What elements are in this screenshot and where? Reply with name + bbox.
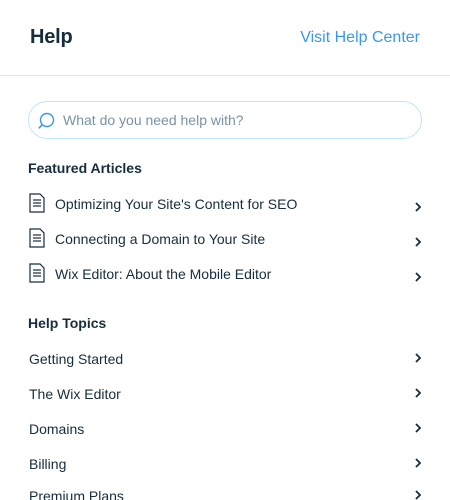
chevron-right-icon xyxy=(415,272,422,282)
search-box[interactable] xyxy=(28,101,422,139)
featured-article-item[interactable]: Wix Editor: About the Mobile Editor xyxy=(28,263,424,293)
chevron-right-icon xyxy=(415,202,422,212)
featured-article-label: Wix Editor: About the Mobile Editor xyxy=(55,266,272,282)
chevron-right-icon xyxy=(415,458,422,468)
chevron-right-icon xyxy=(415,423,422,433)
featured-article-item[interactable]: Optimizing Your Site's Content for SEO xyxy=(28,193,424,223)
featured-article-label: Optimizing Your Site's Content for SEO xyxy=(55,196,298,212)
chevron-right-icon xyxy=(415,388,422,398)
help-topic-label: The Wix Editor xyxy=(29,386,121,402)
help-header: Help Visit Help Center xyxy=(0,0,450,76)
help-topic-label: Getting Started xyxy=(29,351,124,367)
help-topic-label: Domains xyxy=(29,421,85,437)
featured-article-label: Connecting a Domain to Your Site xyxy=(55,231,266,247)
page-title: Help xyxy=(30,26,73,48)
help-topic-item[interactable]: Getting Started xyxy=(28,348,424,378)
chevron-right-icon xyxy=(415,237,422,247)
visit-help-center-link[interactable]: Visit Help Center xyxy=(300,29,420,47)
help-topic-label: Premium Plans xyxy=(29,488,124,500)
help-topic-label: Billing xyxy=(29,456,67,472)
featured-article-item[interactable]: Connecting a Domain to Your Site xyxy=(28,228,424,258)
help-topic-item[interactable]: Billing xyxy=(28,453,424,483)
search-input[interactable] xyxy=(63,102,413,138)
chevron-right-icon xyxy=(415,353,422,363)
help-topic-item[interactable]: Domains xyxy=(28,418,424,448)
document-icon xyxy=(29,193,45,213)
search-icon xyxy=(38,112,55,129)
help-topics-heading: Help Topics xyxy=(28,315,107,331)
chevron-right-icon xyxy=(415,490,422,500)
document-icon xyxy=(29,263,45,283)
document-icon xyxy=(29,228,45,248)
featured-articles-heading: Featured Articles xyxy=(28,160,142,176)
help-topic-item[interactable]: Premium Plans xyxy=(28,485,424,500)
help-topic-item[interactable]: The Wix Editor xyxy=(28,383,424,413)
